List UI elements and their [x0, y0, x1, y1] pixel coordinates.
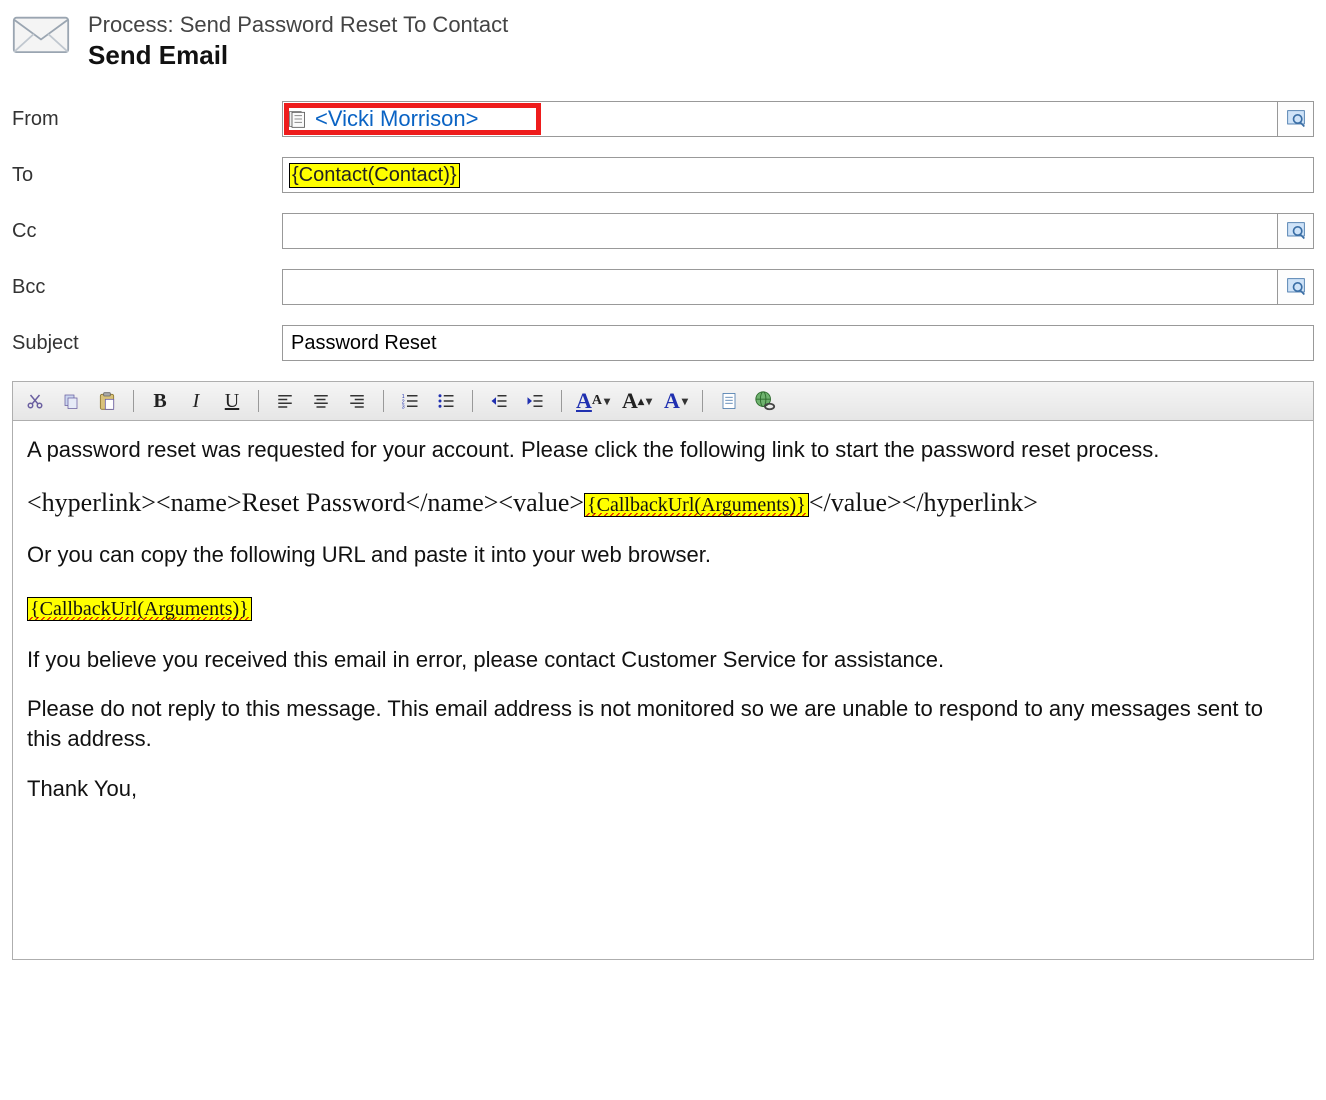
body-paragraph-3: Or you can copy the following URL and pa… — [27, 540, 1299, 570]
header: Process: Send Password Reset To Contact … — [12, 12, 1314, 71]
mail-icon — [12, 12, 70, 56]
separator — [561, 390, 562, 412]
subject-input[interactable] — [289, 331, 1307, 356]
process-line: Process: Send Password Reset To Contact — [88, 12, 508, 38]
insert-link-button[interactable] — [753, 389, 777, 413]
align-center-button[interactable] — [309, 389, 333, 413]
globe-link-icon — [754, 390, 776, 412]
body-paragraph-7: Thank You, — [27, 774, 1299, 804]
editor-toolbar: B I U 123 AA▾ A▴▾ A▾ — [12, 381, 1314, 420]
font-size-button[interactable]: A▴▾ — [622, 388, 652, 414]
align-left-button[interactable] — [273, 389, 297, 413]
separator — [702, 390, 703, 412]
indent-icon — [526, 392, 544, 410]
cut-icon — [26, 392, 44, 410]
copy-icon — [62, 392, 80, 410]
svg-text:3: 3 — [402, 405, 405, 411]
body-hyperlink-line: <hyperlink><name>Reset Password</name><v… — [27, 485, 1299, 520]
ordered-list-icon: 123 — [401, 392, 419, 410]
font-family-button[interactable]: A▾ — [664, 388, 688, 414]
paste-icon — [97, 391, 117, 411]
body-paragraph-1: A password reset was requested for your … — [27, 435, 1299, 465]
page-title: Send Email — [88, 40, 508, 71]
user-record-icon — [287, 109, 307, 129]
italic-button[interactable]: I — [184, 389, 208, 413]
paste-button[interactable] — [95, 389, 119, 413]
subject-field[interactable] — [282, 325, 1314, 361]
cc-lookup-button[interactable] — [1278, 213, 1314, 249]
bcc-input[interactable] — [289, 275, 1271, 300]
editor-body[interactable]: A password reset was requested for your … — [13, 421, 1313, 959]
to-label: To — [12, 164, 282, 187]
align-right-icon — [348, 392, 366, 410]
separator — [258, 390, 259, 412]
cut-button[interactable] — [23, 389, 47, 413]
align-center-icon — [312, 392, 330, 410]
cc-label: Cc — [12, 220, 282, 243]
ordered-list-button[interactable]: 123 — [398, 389, 422, 413]
separator — [472, 390, 473, 412]
bold-button[interactable]: B — [148, 389, 172, 413]
cc-input[interactable] — [289, 219, 1271, 244]
from-value: <Vicki Morrison> — [315, 106, 478, 132]
outdent-icon — [490, 392, 508, 410]
align-right-button[interactable] — [345, 389, 369, 413]
from-label: From — [12, 108, 282, 131]
from-lookup-button[interactable] — [1278, 101, 1314, 137]
unordered-list-icon — [437, 392, 455, 410]
cc-field[interactable] — [282, 213, 1278, 249]
separator — [133, 390, 134, 412]
lookup-icon — [1286, 221, 1306, 241]
from-highlight-box: <Vicki Morrison> — [287, 106, 538, 132]
outdent-button[interactable] — [487, 389, 511, 413]
insert-template-button[interactable] — [717, 389, 741, 413]
callback-token-inline: {CallbackUrl(Arguments)} — [584, 493, 809, 517]
bcc-lookup-button[interactable] — [1278, 269, 1314, 305]
separator — [383, 390, 384, 412]
copy-button[interactable] — [59, 389, 83, 413]
from-field[interactable]: <Vicki Morrison> — [282, 101, 1278, 137]
align-left-icon — [276, 392, 294, 410]
bcc-label: Bcc — [12, 276, 282, 299]
body-paragraph-5: If you believe you received this email i… — [27, 645, 1299, 675]
font-color-button[interactable]: AA▾ — [576, 388, 610, 414]
lookup-icon — [1286, 277, 1306, 297]
unordered-list-button[interactable] — [434, 389, 458, 413]
subject-label: Subject — [12, 332, 282, 355]
body-url-token-line: {CallbackUrl(Arguments)} — [27, 589, 1299, 624]
to-token: {Contact(Contact)} — [289, 163, 460, 188]
indent-button[interactable] — [523, 389, 547, 413]
body-paragraph-6: Please do not reply to this message. Thi… — [27, 694, 1299, 753]
editor-body-container: A password reset was requested for your … — [12, 420, 1314, 960]
bcc-field[interactable] — [282, 269, 1278, 305]
lookup-icon — [1286, 109, 1306, 129]
document-icon — [720, 391, 738, 411]
to-field[interactable]: {Contact(Contact)} — [282, 157, 1314, 193]
underline-button[interactable]: U — [220, 389, 244, 413]
callback-token-standalone: {CallbackUrl(Arguments)} — [27, 597, 252, 621]
